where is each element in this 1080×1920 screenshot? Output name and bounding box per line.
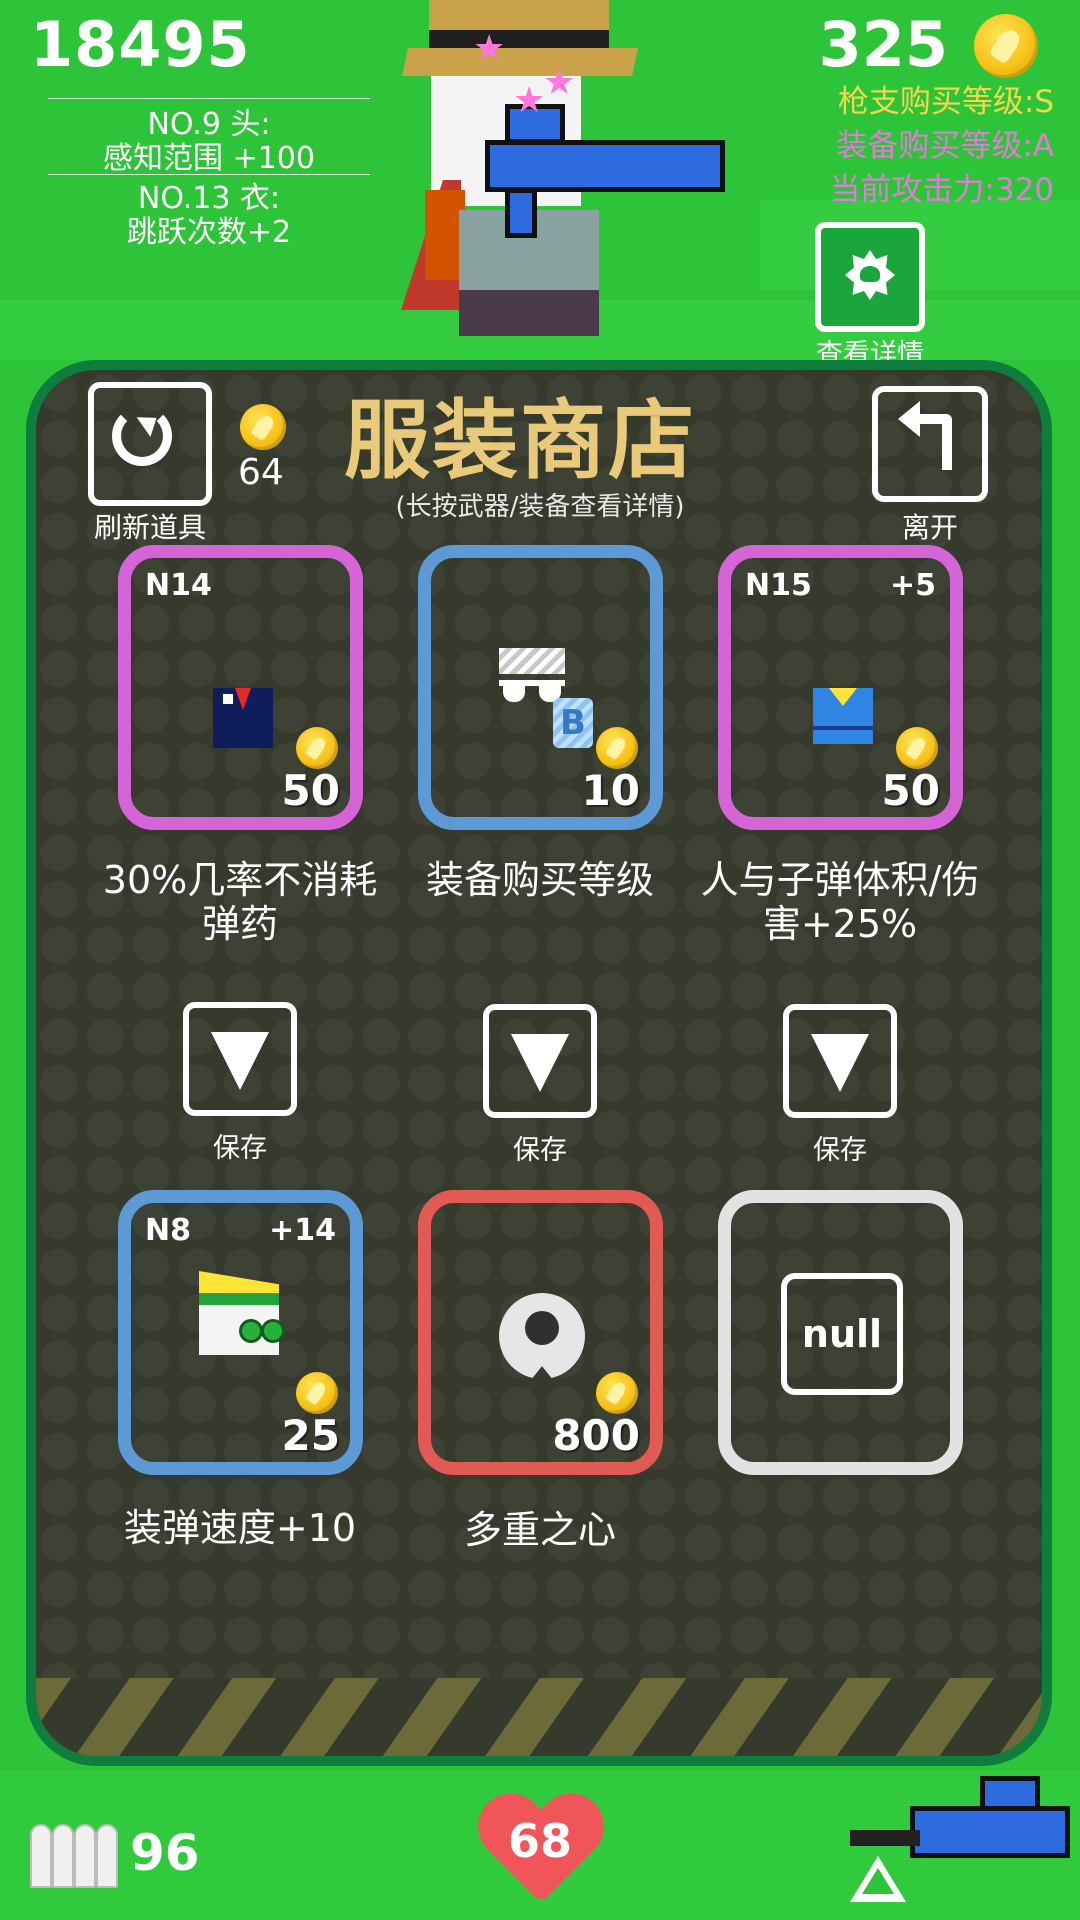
coin-icon bbox=[896, 727, 938, 769]
equipped-body-effect: 跳跃次数+2 bbox=[126, 215, 292, 250]
star-icon: ★ bbox=[513, 80, 546, 121]
coin-icon bbox=[974, 14, 1038, 78]
shop-subtitle: (长按武器/装备查看详情) bbox=[395, 492, 685, 522]
equipped-head-title: NO.9 头: bbox=[147, 107, 271, 142]
refresh-cost: 64 bbox=[238, 452, 284, 493]
hat-brim bbox=[402, 48, 638, 76]
refresh-items-label: 刷新道具 bbox=[93, 511, 206, 544]
empty-item-slot: null bbox=[718, 1190, 963, 1475]
save-button[interactable] bbox=[183, 1002, 297, 1116]
item-upgrade-level: +5 bbox=[889, 568, 936, 603]
gun-barrel bbox=[850, 1830, 920, 1846]
item-description: 30%几率不消耗弹药 bbox=[102, 858, 378, 946]
gun bbox=[485, 140, 725, 192]
down-arrow-icon bbox=[811, 1034, 869, 1092]
coin-icon bbox=[596, 1372, 638, 1414]
equipped-body-title: NO.13 衣: bbox=[137, 181, 281, 216]
back-arrow-icon bbox=[908, 414, 952, 470]
skull-badge-icon bbox=[845, 250, 895, 300]
shop-item-card[interactable]: 800 bbox=[418, 1190, 663, 1475]
gun-purchase-level: 枪支购买等级:S bbox=[837, 84, 1054, 120]
star-icon: ★ bbox=[543, 62, 576, 103]
ammo-icon bbox=[30, 1814, 122, 1888]
shop-item-card[interactable]: N14 50 bbox=[118, 545, 363, 830]
leave-label: 离开 bbox=[901, 511, 958, 544]
down-arrow-icon bbox=[511, 1034, 569, 1092]
coin-icon bbox=[296, 727, 338, 769]
weapon-switch-button[interactable] bbox=[850, 1766, 1080, 1916]
star-icon: ★ bbox=[473, 28, 506, 69]
save-button[interactable] bbox=[783, 1004, 897, 1118]
attack-power: 当前攻击力:320 bbox=[829, 172, 1054, 208]
view-details-button[interactable] bbox=[815, 222, 925, 332]
item-price: 800 bbox=[552, 1411, 640, 1460]
shirt-icon bbox=[813, 688, 873, 744]
gun-grip bbox=[505, 188, 537, 238]
save-label: 保存 bbox=[813, 1135, 867, 1166]
item-description: 人与子弹体积/伤害+25% bbox=[700, 858, 980, 946]
score: 18495 bbox=[30, 8, 251, 81]
triangle-icon bbox=[850, 1856, 906, 1902]
refresh-icon bbox=[112, 406, 172, 466]
item-code: N14 bbox=[145, 568, 212, 603]
save-label: 保存 bbox=[213, 1133, 267, 1164]
item-price: 25 bbox=[281, 1411, 340, 1460]
suit-icon bbox=[213, 688, 273, 748]
health-value: 68 bbox=[507, 1814, 572, 1868]
save-label: 保存 bbox=[513, 1135, 567, 1166]
shop-item-card[interactable]: B 10 bbox=[418, 545, 663, 830]
item-code: N15 bbox=[745, 568, 812, 603]
item-code: N8 bbox=[145, 1213, 191, 1248]
hat-band bbox=[429, 30, 609, 50]
divider bbox=[48, 174, 370, 175]
shop-title: 服装商店 bbox=[344, 391, 696, 491]
item-description: 装备购买等级 bbox=[425, 858, 654, 902]
leave-button[interactable] bbox=[872, 386, 988, 502]
shop-item-card[interactable]: N15 +5 50 bbox=[718, 545, 963, 830]
coin-icon bbox=[296, 1372, 338, 1414]
gun-icon bbox=[910, 1806, 1070, 1858]
hat-icon bbox=[199, 1271, 285, 1357]
item-upgrade-level: +14 bbox=[269, 1213, 336, 1248]
glasses-icon bbox=[499, 648, 565, 674]
refresh-items-button[interactable] bbox=[88, 382, 212, 506]
item-price: 50 bbox=[281, 766, 340, 815]
hat bbox=[429, 0, 609, 30]
item-price: 10 bbox=[581, 766, 640, 815]
equipped-head-effect: 感知范围 +100 bbox=[103, 141, 315, 176]
null-icon: null bbox=[781, 1273, 903, 1395]
player-character: ★ ★ ★ bbox=[395, 0, 725, 340]
heart-item-icon bbox=[499, 1293, 585, 1379]
coin-icon bbox=[240, 404, 286, 450]
grade-b-badge: B bbox=[553, 698, 593, 748]
equip-purchase-level: 装备购买等级:A bbox=[836, 128, 1054, 164]
down-arrow-icon bbox=[211, 1032, 269, 1090]
legs bbox=[459, 290, 599, 336]
coin-icon bbox=[596, 727, 638, 769]
item-description: 多重之心 bbox=[463, 1508, 616, 1552]
divider bbox=[48, 98, 370, 99]
coin-count: 325 bbox=[818, 8, 948, 81]
hazard-stripes bbox=[36, 1678, 1042, 1756]
glasses-lenses bbox=[499, 680, 565, 702]
save-button[interactable] bbox=[483, 1004, 597, 1118]
item-price: 50 bbox=[881, 766, 940, 815]
ammo-count: 96 bbox=[130, 1824, 200, 1882]
item-description: 装弹速度+10 bbox=[123, 1506, 357, 1550]
shop-item-card[interactable]: N8 +14 25 bbox=[118, 1190, 363, 1475]
